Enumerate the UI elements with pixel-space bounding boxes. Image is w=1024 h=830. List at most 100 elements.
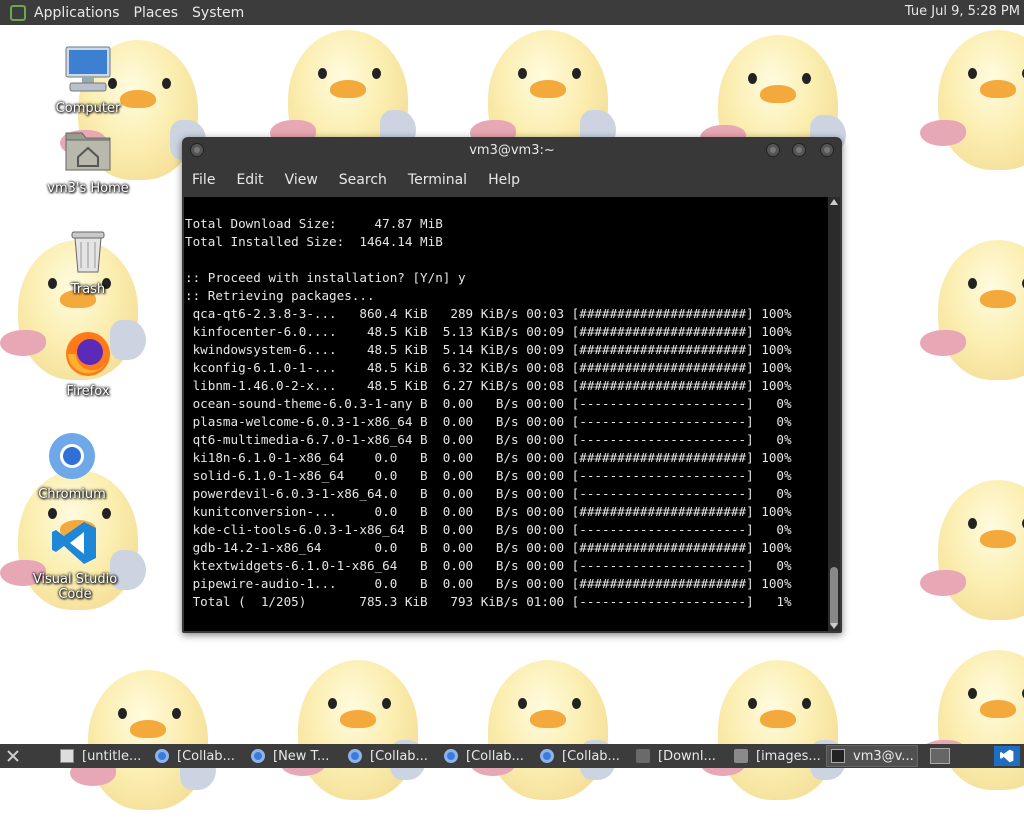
taskbar-button-label: vm3@v... (853, 748, 914, 764)
taskbar-button-label: [Collab... (370, 748, 428, 764)
menu-file[interactable]: File (192, 172, 215, 188)
terminal-line: plasma-welcome-6.0.3-1-x86_64 B 0.00 B/s… (185, 414, 792, 429)
terminal-menubar: File Edit View Search Terminal Help (182, 165, 842, 195)
terminal-line: ocean-sound-theme-6.0.3-1-any B 0.00 B/s… (185, 396, 792, 411)
image-viewer-icon (734, 749, 748, 763)
terminal-line: libnm-1.46.0-2-x... 48.5 KiB 6.27 KiB/s … (185, 378, 792, 393)
wallpaper-chick-image (920, 640, 1024, 810)
desktop-icon-label: vm3's Home (47, 181, 129, 196)
menu-help[interactable]: Help (488, 172, 520, 188)
taskbar-button[interactable]: [Downl... (632, 745, 728, 767)
workspace-switcher[interactable] (930, 748, 950, 764)
wallpaper-chick-image (920, 230, 1024, 400)
scroll-up-arrow-icon[interactable] (830, 199, 838, 205)
chromium-icon (540, 749, 554, 763)
scroll-down-arrow-icon[interactable] (830, 623, 838, 629)
terminal-window[interactable]: vm3@vm3:~ File Edit View Search Terminal… (182, 137, 842, 633)
terminal-line: kconfig-6.1.0-1-... 48.5 KiB 6.32 KiB/s … (185, 360, 792, 375)
desktop-icon-label: Firefox (66, 384, 110, 399)
chromium-icon (251, 749, 265, 763)
document-icon (60, 749, 74, 763)
taskbar-button-label: [images... (756, 748, 821, 764)
taskbar-button[interactable]: [Collab... (440, 745, 534, 767)
taskbar-button-label: [Collab... (466, 748, 524, 764)
window-titlebar[interactable]: vm3@vm3:~ (182, 137, 842, 165)
wallpaper-chick-image (920, 20, 1024, 190)
window-title: vm3@vm3:~ (469, 143, 555, 158)
maximize-button[interactable] (792, 143, 806, 157)
desktop-icon-label: Trash (70, 282, 106, 297)
desktop-icon-label: Chromium (38, 487, 106, 502)
trash-icon (33, 228, 143, 280)
terminal-line: powerdevil-6.0.3-1-x86_64.0 B 0.00 B/s 0… (185, 486, 792, 501)
terminal-line: kinfocenter-6.0.... 48.5 KiB 5.13 KiB/s … (185, 324, 792, 339)
taskbar-button[interactable]: [images... (730, 745, 824, 767)
wallpaper-chick-image (470, 650, 620, 820)
wallpaper-chick-image (700, 650, 850, 820)
computer-icon (33, 45, 143, 99)
desktop-icon-home[interactable]: vm3's Home (33, 125, 143, 196)
terminal-scrollbar[interactable] (828, 197, 840, 631)
taskbar-button[interactable]: [untitle... (56, 745, 149, 767)
menu-terminal[interactable]: Terminal (408, 172, 467, 188)
taskbar-button[interactable]: [New T... (247, 745, 342, 767)
chromium-icon (17, 431, 127, 485)
terminal-line: ki18n-6.1.0-1-x86_64 0.0 B 0.00 B/s 00:0… (185, 450, 792, 465)
terminal-icon (831, 749, 845, 763)
terminal-line: kwindowsystem-6.... 48.5 KiB 5.14 KiB/s … (185, 342, 792, 357)
wallpaper-chick-image (920, 470, 1024, 640)
menu-view[interactable]: View (285, 172, 318, 188)
taskbar-button-label: [untitle... (82, 748, 142, 764)
taskbar-button[interactable]: [Collab... (151, 745, 245, 767)
terminal-output[interactable]: Total Download Size: 47.87 MiB Total Inst… (184, 197, 828, 631)
taskbar-button[interactable]: [Collab... (344, 745, 438, 767)
desktop-icon-computer[interactable]: Computer (33, 45, 143, 116)
applications-menu[interactable]: Applications (34, 5, 120, 21)
chromium-icon (444, 749, 458, 763)
terminal-line: Total ( 1/205) 785.3 KiB 793 KiB/s 01:00… (185, 594, 792, 609)
terminal-line: gdb-14.2-1-x86_64 0.0 B 0.00 B/s 00:00 [… (185, 540, 792, 555)
taskbar-button[interactable]: vm3@v... (826, 745, 918, 767)
terminal-line: qt6-multimedia-6.7.0-1-x86_64 B 0.00 B/s… (185, 432, 792, 447)
taskbar-button-label: [Collab... (177, 748, 235, 764)
system-menu[interactable]: System (192, 5, 244, 21)
desktop-icon-label: Visual Studio Code (32, 572, 118, 602)
menu-search[interactable]: Search (339, 172, 387, 188)
clock[interactable]: Tue Jul 9, 5:28 PM (905, 4, 1020, 19)
desktop-icon-chromium[interactable]: Chromium (17, 431, 127, 502)
terminal-line: ktextwidgets-6.1.0-1-x86_64 B 0.00 B/s 0… (185, 558, 792, 573)
home-folder-icon (33, 125, 143, 179)
places-menu[interactable]: Places (134, 5, 179, 21)
desktop-icon-vscode[interactable]: Visual Studio Code (19, 520, 131, 602)
desktop-icon-label: Computer (55, 101, 121, 116)
scrollbar-thumb[interactable] (830, 567, 838, 627)
terminal-line: :: Retrieving packages... (185, 288, 375, 303)
close-button[interactable] (820, 143, 834, 157)
wallpaper-chick-image (280, 650, 430, 820)
panel-close-icon[interactable] (6, 746, 20, 764)
terminal-line: solid-6.1.0-1-x86_64 0.0 B 0.00 B/s 00:0… (185, 468, 792, 483)
desktop-icon-firefox[interactable]: Firefox (33, 330, 143, 399)
vscode-tray-icon[interactable] (994, 746, 1020, 766)
chromium-icon (348, 749, 362, 763)
menu-edit[interactable]: Edit (236, 172, 263, 188)
bottom-taskbar: [untitle... [Collab... [New T... [Collab...… (0, 744, 1024, 768)
taskbar-button[interactable]: [Collab... (536, 745, 630, 767)
terminal-line: qca-qt6-2.3.8-3-... 860.4 KiB 289 KiB/s … (185, 306, 792, 321)
vscode-icon (19, 520, 131, 570)
desktop-icon-trash[interactable]: Trash (33, 228, 143, 297)
taskbar-button-label: [Collab... (562, 748, 620, 764)
window-menu-button[interactable] (190, 143, 204, 157)
minimize-button[interactable] (766, 143, 780, 157)
firefox-icon (33, 330, 143, 382)
taskbar-button-label: [Downl... (658, 748, 716, 764)
applications-logo-icon[interactable] (10, 4, 26, 21)
terminal-line: pipewire-audio-1... 0.0 B 0.00 B/s 00:00… (185, 576, 792, 591)
chromium-icon (155, 749, 169, 763)
taskbar-button-label: [New T... (273, 748, 330, 764)
folder-icon (636, 749, 650, 763)
top-panel: Applications Places System Tue Jul 9, 5:… (0, 0, 1024, 25)
terminal-line: :: Proceed with installation? [Y/n] y (185, 270, 466, 285)
terminal-line: Total Installed Size: 1464.14 MiB (185, 234, 443, 249)
